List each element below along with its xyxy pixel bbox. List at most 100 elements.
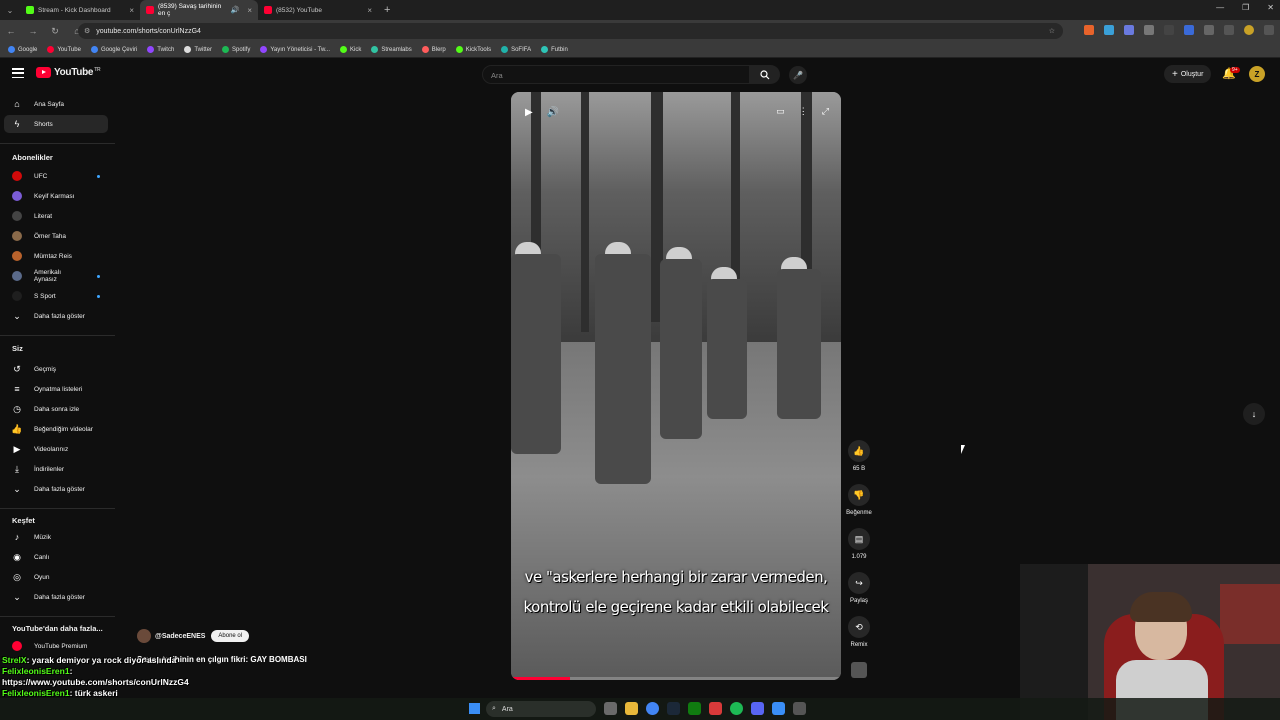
fullscreen-icon[interactable]: ⤢ (822, 106, 829, 117)
windows-start-icon[interactable] (469, 703, 480, 714)
extension-icon[interactable] (1104, 25, 1114, 35)
bookmark-star-icon[interactable]: ☆ (1049, 27, 1055, 35)
sidebar-item[interactable]: ↺ Geçmiş (4, 360, 108, 378)
extension-icon[interactable] (1084, 25, 1094, 35)
comments-button[interactable]: ▤ 1.079 (844, 528, 874, 560)
spotify-icon[interactable] (730, 702, 743, 715)
video-progress-bar[interactable] (511, 677, 841, 680)
dislike-button[interactable]: 👎 Beğenme (844, 484, 874, 516)
sidebar-item[interactable]: UFC (4, 167, 108, 185)
next-video-button[interactable]: ↓ (1243, 403, 1265, 425)
extension-icon[interactable] (1124, 25, 1134, 35)
sidebar-item[interactable]: ◉ Canlı (4, 548, 108, 566)
chrome-icon[interactable] (646, 702, 659, 715)
speaker-icon[interactable]: 🔊 (231, 6, 240, 14)
back-icon[interactable]: ← (6, 26, 16, 36)
menu-dots-icon[interactable] (1264, 25, 1274, 35)
sidebar-item[interactable]: ⌄ Daha fazla göster (4, 588, 108, 606)
search-button[interactable] (750, 65, 780, 84)
sidebar-item[interactable]: YouTube Premium (4, 637, 108, 655)
you-heading[interactable]: Siz (12, 344, 23, 353)
more-options-icon[interactable]: ⋮ (799, 106, 808, 117)
captions-icon[interactable]: ▭ (776, 106, 785, 117)
sidebar-item[interactable]: ϟ Shorts (4, 115, 108, 133)
sidebar-item[interactable]: ⌂ Ana Sayfa (4, 95, 108, 113)
sidebar-item[interactable]: 👍 Beğendiğim videolar (4, 420, 108, 438)
browser-tab-active[interactable]: (8539) Savaş tarihinin en ç 🔊 × (140, 0, 258, 20)
bookmark-item[interactable]: Futbin (541, 46, 568, 53)
close-tab-icon[interactable]: × (129, 6, 134, 15)
discord-icon[interactable] (751, 702, 764, 715)
play-icon[interactable]: ▶ (525, 107, 533, 118)
tab-search-icon[interactable]: ⌄ (0, 6, 20, 15)
subscribe-button[interactable]: Abone ol (211, 630, 250, 642)
sidebar-item[interactable]: ♪ Müzik (4, 528, 108, 546)
bookmark-item[interactable]: Google Çeviri (90, 46, 137, 53)
bookmark-item[interactable]: Google (8, 46, 37, 53)
explore-heading[interactable]: Keşfet (12, 516, 35, 525)
profile-icon[interactable] (1244, 25, 1254, 35)
app-icon[interactable] (793, 702, 806, 715)
task-view-icon[interactable] (604, 702, 617, 715)
extension-icon[interactable] (1144, 25, 1154, 35)
browser-tab[interactable]: Stream - Kick Dashboard × (20, 0, 140, 20)
app-icon[interactable] (772, 702, 785, 715)
remix-button[interactable]: ⟲ Remix (844, 616, 874, 648)
youtube-logo[interactable]: YouTubeTR (36, 67, 101, 78)
file-explorer-icon[interactable] (625, 702, 638, 715)
sidebar-item[interactable]: Amerikalı Aynasız (4, 267, 108, 285)
browser-tab[interactable]: (8532) YouTube × (258, 0, 378, 20)
new-tab-icon[interactable]: + (384, 4, 390, 16)
avatar[interactable]: Z (1249, 66, 1265, 82)
bookmark-item[interactable]: YouTube (47, 46, 81, 53)
bookmark-item[interactable]: SoFIFA (501, 46, 531, 53)
taskbar-search[interactable]: ⌕ Ara (486, 701, 596, 717)
puzzle-icon[interactable] (1204, 25, 1214, 35)
game-app-icon[interactable] (709, 702, 722, 715)
site-info-icon[interactable]: ⚙ (84, 27, 90, 35)
sidebar-icon[interactable] (1224, 25, 1234, 35)
sidebar-item[interactable]: ◷ Daha sonra izle (4, 400, 108, 418)
maximize-icon[interactable]: ❐ (1242, 3, 1249, 12)
like-button[interactable]: 👍 65 B (844, 440, 874, 472)
close-window-icon[interactable]: ✕ (1267, 3, 1274, 12)
steam-icon[interactable] (667, 702, 680, 715)
sidebar-item[interactable]: S Sport (4, 287, 108, 305)
share-button[interactable]: ↪ Paylaş (844, 572, 874, 604)
reload-icon[interactable]: ↻ (50, 26, 60, 37)
bookmark-item[interactable]: KickTools (455, 46, 491, 53)
sidebar-item[interactable]: ⌄ Daha fazla göster (4, 480, 108, 498)
voice-search-button[interactable]: 🎤 (789, 66, 807, 84)
menu-icon[interactable] (12, 68, 24, 78)
sidebar-item[interactable]: ◎ Oyun (4, 568, 108, 586)
sidebar-item[interactable]: Ömer Taha (4, 227, 108, 245)
extension-icon[interactable] (1164, 25, 1174, 35)
sidebar-item[interactable]: ▶ Videolarınız (4, 440, 108, 458)
sound-thumbnail[interactable] (851, 662, 867, 678)
sidebar-item[interactable]: Mümtaz Reis (4, 247, 108, 265)
bookmark-item[interactable]: Spotify (221, 46, 250, 53)
bookmark-item[interactable]: Yayın Yöneticisi - Tw... (260, 46, 330, 53)
bookmark-item[interactable]: Kick (340, 46, 361, 53)
close-tab-icon[interactable]: × (367, 6, 372, 15)
sidebar-item[interactable]: ⌄ Daha fazla göster (4, 307, 108, 325)
extension-icon[interactable] (1184, 25, 1194, 35)
channel-name[interactable]: @SadeceENES (155, 633, 205, 640)
minimize-icon[interactable]: — (1216, 3, 1224, 12)
create-button[interactable]: + Oluştur (1164, 65, 1212, 83)
sidebar-item[interactable]: Literat (4, 207, 108, 225)
sidebar-item[interactable]: Keyif Karması (4, 187, 108, 205)
subscriptions-heading[interactable]: Abonelikler (12, 153, 53, 162)
bookmark-item[interactable]: Twitch (147, 46, 174, 53)
url-bar[interactable]: ⚙ youtube.com/shorts/conUrlNzzG4 ☆ (78, 23, 1063, 39)
forward-icon[interactable]: → (28, 26, 38, 36)
channel-avatar[interactable] (137, 629, 151, 643)
close-tab-icon[interactable]: × (247, 6, 252, 15)
bookmark-item[interactable]: Blerp (421, 46, 446, 53)
search-input[interactable]: Ara (482, 65, 750, 84)
xbox-icon[interactable] (688, 702, 701, 715)
shorts-video-player[interactable]: ▶ 🔊 ▭ ⋮ ⤢ ve "askerlere herhangi bir zar… (511, 92, 841, 680)
bookmark-item[interactable]: Streamlabs (371, 46, 412, 53)
bookmark-item[interactable]: Twitter (184, 46, 212, 53)
sidebar-item[interactable]: ≡ Oynatma listeleri (4, 380, 108, 398)
